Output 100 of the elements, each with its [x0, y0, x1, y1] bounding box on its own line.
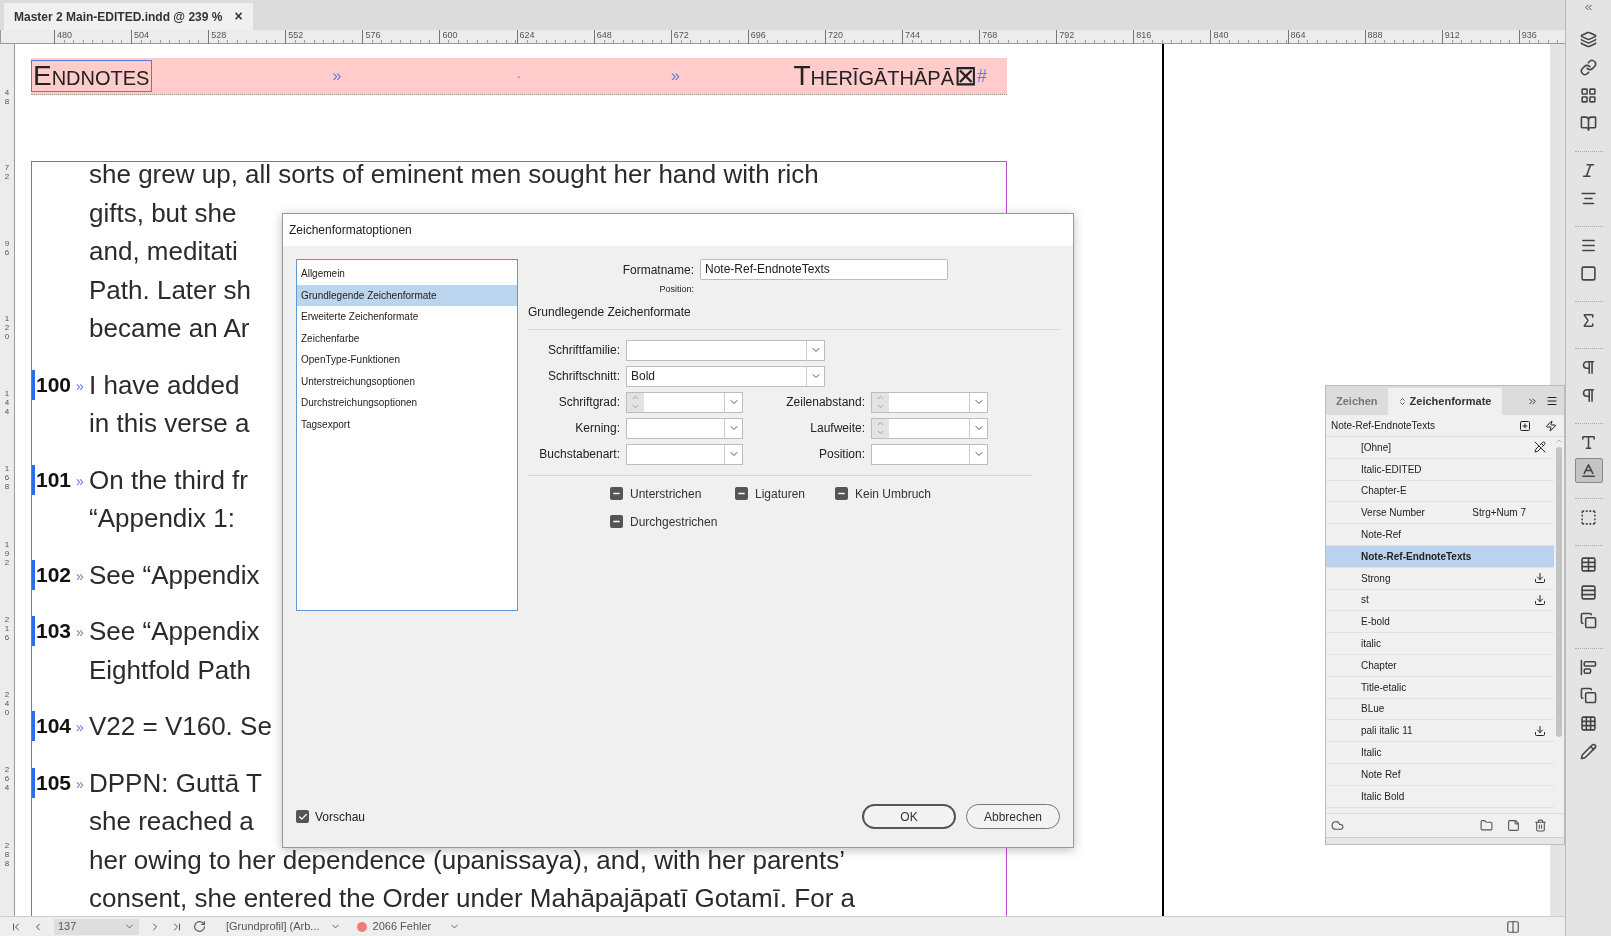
section-item[interactable]: OpenType-Funktionen [297, 349, 517, 371]
ruler-label: 192 [3, 539, 11, 567]
style-item[interactable]: Chapter [1326, 654, 1554, 677]
dropdown-field[interactable] [626, 443, 743, 465]
field-label: Laufweite: [809, 420, 866, 437]
document-tab[interactable]: Master 2 Main-EDITED.indd @ 239 % × [4, 3, 253, 30]
ruler-label: 720 [827, 30, 843, 40]
tab-marker: » [76, 718, 84, 737]
ruler-label: 168 [3, 464, 11, 492]
note-number: 101 [32, 464, 72, 495]
body-text-line: she reached a [89, 805, 254, 838]
align-left-icon [1580, 659, 1597, 676]
download-icon [1534, 572, 1546, 585]
folder-icon[interactable] [1480, 819, 1493, 832]
checkbox[interactable] [735, 487, 748, 500]
cancel-button[interactable]: Abbrechen [966, 804, 1060, 829]
style-item[interactable]: Note-Ref [1326, 524, 1554, 546]
field-label: Buchstabenart: [538, 446, 621, 463]
style-item[interactable]: Title-etalic [1326, 676, 1554, 699]
name-field[interactable]: Note-Ref-EndnoteTexts [700, 259, 948, 280]
body-text-line: she grew up, all sorts of eminent men sought her hand with rich [89, 158, 819, 191]
checkbox[interactable] [296, 810, 309, 823]
style-item[interactable]: Verse Number Strg+Num 7 [1326, 502, 1554, 525]
style-item[interactable]: Note Ref [1326, 763, 1554, 786]
ruler-label: 936 [1521, 30, 1537, 40]
resize-grip[interactable] [1326, 837, 1564, 844]
style-item[interactable]: italic [1326, 633, 1554, 655]
page-field[interactable]: 137 [54, 918, 139, 935]
expand-icon[interactable] [1527, 396, 1538, 407]
ruler-label: 816 [1136, 30, 1152, 40]
style-item[interactable]: Chapter-E [1326, 480, 1554, 503]
download-icon [1534, 593, 1546, 606]
style-item[interactable]: Note-Ref-EndnoteTexts [1326, 546, 1554, 568]
checkbox[interactable] [610, 515, 623, 528]
style-item[interactable]: [Ohne] [1326, 437, 1554, 459]
character-styles-button[interactable] [1574, 458, 1603, 483]
style-item[interactable]: E-bold [1326, 611, 1554, 634]
profile-dropdown[interactable]: [Grundprofil] (Arb... [226, 918, 320, 935]
close-button[interactable]: × [234, 6, 243, 27]
text-align-icon [1580, 190, 1597, 207]
ruler-label: 216 [3, 614, 11, 642]
style-item[interactable]: Italic-EDITED [1326, 458, 1554, 481]
field-label: Schriftschnitt: [546, 368, 621, 385]
panel-tab[interactable]: Zeichenformate [1387, 388, 1502, 415]
refresh-icon[interactable] [193, 920, 206, 933]
field-label: Kerning: [574, 420, 621, 437]
body-text-line: On the third fr [89, 463, 248, 497]
header-text: Endnotes [31, 60, 153, 92]
overlap-icon [1580, 687, 1597, 704]
collapse-icon[interactable] [1583, 2, 1594, 13]
copy-icon [1580, 612, 1597, 629]
ruler-label: 480 [57, 30, 73, 40]
style-item[interactable]: Italic [1326, 742, 1554, 764]
dropdown-field[interactable] [626, 339, 825, 361]
section-item[interactable]: Allgemein [297, 263, 517, 285]
section-item[interactable]: Tagsexport [297, 413, 517, 435]
checkbox[interactable] [610, 487, 623, 500]
type-icon [1580, 434, 1597, 451]
layout-icon[interactable] [1506, 919, 1520, 934]
checkbox-label: Ligaturen [755, 485, 806, 503]
section-item[interactable]: Grundlegende Zeichenformate [297, 284, 517, 306]
trash-icon[interactable] [1534, 819, 1547, 832]
section-item[interactable]: Erweiterte Zeichenformate [297, 306, 517, 328]
dropdown-field[interactable] [871, 443, 988, 465]
spin-field[interactable] [871, 391, 988, 413]
style-item[interactable]: Italic Bold [1326, 785, 1554, 808]
lightning-icon[interactable] [1545, 419, 1557, 432]
dropdown-field[interactable] [626, 417, 743, 439]
rows-icon [1580, 584, 1597, 601]
new-style-icon[interactable] [1507, 819, 1520, 832]
menu-icon[interactable] [1546, 395, 1558, 407]
ruler-label: 912 [1444, 30, 1460, 40]
ruler-label: 48 [3, 88, 11, 106]
ok-button[interactable]: OK [862, 804, 956, 829]
section-item[interactable]: Zeichenfarbe [297, 327, 517, 349]
checkbox[interactable] [835, 487, 848, 500]
cloud-icon[interactable] [1331, 819, 1344, 832]
first-page-icon[interactable] [10, 920, 22, 933]
style-item[interactable]: BLue [1326, 698, 1554, 721]
ruler-label: 792 [1059, 30, 1075, 40]
style-item[interactable]: Strong [1326, 567, 1554, 590]
last-page-icon[interactable] [171, 920, 183, 933]
field-label: Zeilenabstand: [785, 394, 866, 411]
spin-field[interactable] [626, 391, 743, 413]
error-count[interactable]: 2066 Fehler [372, 918, 432, 935]
pilcrow-icon [1580, 359, 1597, 376]
lines-icon [1580, 237, 1597, 254]
pilcrow-icon [1580, 387, 1597, 404]
note-number: 104 [32, 711, 72, 741]
section-item[interactable]: Unterstreichungsoptionen [297, 370, 517, 392]
spin-field[interactable] [871, 417, 988, 439]
section-item[interactable]: Durchstreichungsoptionen [297, 392, 517, 414]
style-item[interactable]: st [1326, 589, 1554, 612]
ruler-label: 120 [3, 313, 11, 341]
scrollbar-thumb[interactable] [1556, 447, 1562, 737]
style-item[interactable]: pali italic 11 [1326, 720, 1554, 743]
dropdown-field[interactable]: Bold [626, 365, 825, 387]
new-group-icon[interactable] [1519, 419, 1531, 432]
body-text-line: I have added [89, 368, 240, 402]
check-icon [297, 811, 308, 822]
